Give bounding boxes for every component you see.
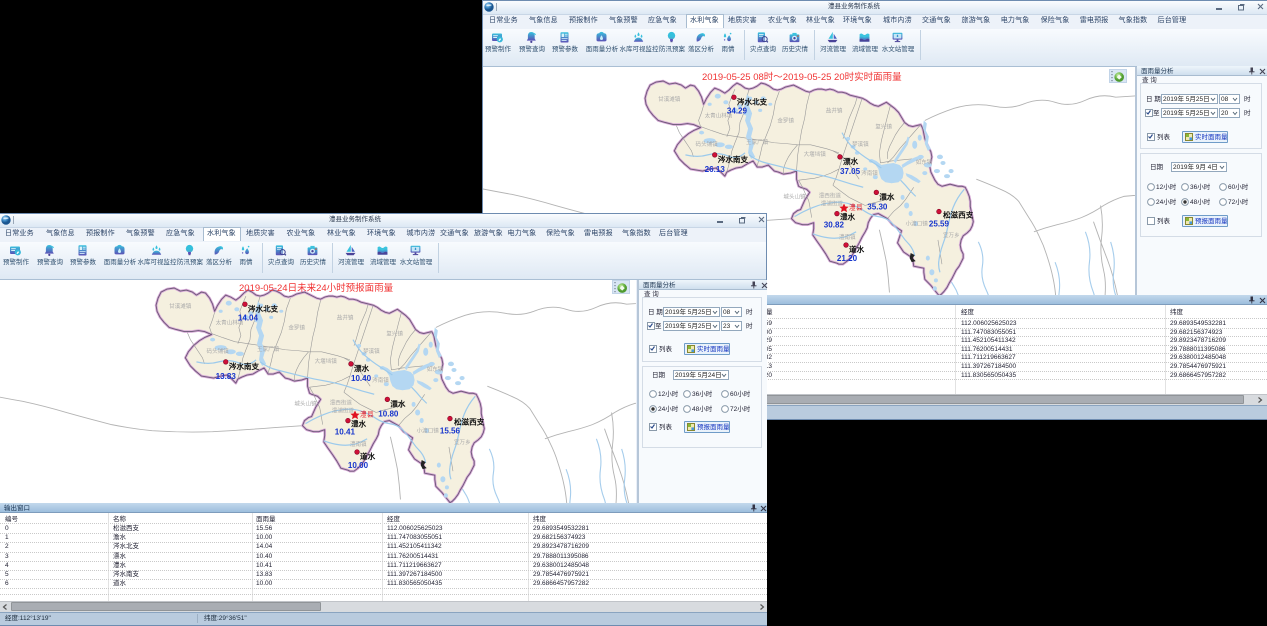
svg-text:澧县: 澧县 — [849, 203, 863, 212]
svg-text:如东镇: 如东镇 — [427, 365, 444, 373]
svg-text:涔水南支: 涔水南支 — [718, 154, 749, 164]
svg-text:澧西街道: 澧西街道 — [819, 191, 842, 199]
svg-text:涔水南支: 涔水南支 — [229, 361, 260, 371]
svg-text:涔水北支: 涔水北支 — [248, 303, 279, 313]
svg-text:澴水: 澴水 — [879, 191, 895, 201]
svg-text:漂水: 漂水 — [843, 156, 859, 166]
svg-text:盐井镇: 盐井镇 — [337, 313, 354, 321]
svg-text:松滋西支: 松滋西支 — [943, 210, 974, 220]
svg-text:金罗镇: 金罗镇 — [777, 116, 794, 124]
svg-text:34.29: 34.29 — [727, 106, 748, 115]
svg-text:城头山镇: 城头山镇 — [783, 192, 806, 200]
svg-text:澧南镇: 澧南镇 — [839, 233, 856, 241]
svg-text:35.30: 35.30 — [867, 203, 888, 212]
svg-text:13.83: 13.83 — [216, 372, 237, 381]
svg-text:复兴镇: 复兴镇 — [386, 330, 403, 338]
svg-text:城头山镇: 城头山镇 — [294, 399, 317, 407]
svg-text:10.00: 10.00 — [348, 461, 369, 470]
svg-text:码头铺镇: 码头铺镇 — [696, 140, 719, 148]
svg-text:涔南镇: 涔南镇 — [372, 376, 389, 384]
svg-text:2019-05-25 08时～2019-05-25 20时实: 2019-05-25 08时～2019-05-25 20时实时面雨量 — [702, 71, 902, 83]
svg-text:甘溪滩镇: 甘溪滩镇 — [169, 302, 192, 310]
svg-text:25.59: 25.59 — [929, 220, 950, 229]
svg-text:松滋西支: 松滋西支 — [454, 417, 485, 427]
svg-text:宜万乡: 宜万乡 — [943, 231, 960, 239]
svg-text:宜万乡: 宜万乡 — [454, 438, 471, 446]
svg-text:澧浦街道: 澧浦街道 — [332, 406, 355, 414]
svg-text:小渡口镇: 小渡口镇 — [417, 427, 440, 435]
svg-text:大堰垱镇: 大堰垱镇 — [804, 150, 827, 158]
svg-text:14.04: 14.04 — [238, 313, 259, 322]
svg-text:大堰垱镇: 大堰垱镇 — [315, 357, 338, 365]
svg-text:10.80: 10.80 — [378, 410, 399, 419]
svg-text:小渡口镇: 小渡口镇 — [906, 220, 929, 228]
svg-text:道水: 道水 — [360, 451, 376, 461]
svg-text:如东镇: 如东镇 — [916, 158, 933, 166]
svg-text:15.56: 15.56 — [440, 427, 461, 436]
svg-text:道水: 道水 — [849, 244, 865, 254]
svg-text:涔南镇: 涔南镇 — [861, 169, 878, 177]
svg-text:21.20: 21.20 — [837, 254, 858, 263]
svg-text:26.13: 26.13 — [705, 165, 726, 174]
svg-text:澴水: 澴水 — [390, 398, 406, 408]
svg-text:梦溪镇: 梦溪镇 — [363, 347, 380, 355]
svg-text:甘溪滩镇: 甘溪滩镇 — [658, 95, 681, 103]
svg-text:澧浦街道: 澧浦街道 — [821, 199, 844, 207]
svg-text:盐井镇: 盐井镇 — [826, 106, 843, 114]
svg-text:10.40: 10.40 — [351, 374, 372, 383]
svg-text:澧西街道: 澧西街道 — [330, 398, 353, 406]
svg-text:金罗镇: 金罗镇 — [288, 323, 305, 331]
svg-text:漂水: 漂水 — [354, 363, 370, 373]
svg-text:澧县: 澧县 — [360, 410, 374, 419]
svg-text:澧南镇: 澧南镇 — [350, 440, 367, 448]
svg-text:37.05: 37.05 — [840, 167, 861, 176]
svg-text:2019-05-24日未来24小时预报面雨量: 2019-05-24日未来24小时预报面雨量 — [239, 282, 394, 294]
svg-text:10.41: 10.41 — [335, 428, 356, 437]
svg-text:王家厂镇: 王家厂镇 — [257, 345, 280, 353]
svg-text:涔水北支: 涔水北支 — [737, 96, 768, 106]
svg-text:梦溪镇: 梦溪镇 — [852, 140, 869, 148]
svg-text:码头铺镇: 码头铺镇 — [207, 347, 230, 355]
svg-text:30.82: 30.82 — [824, 221, 845, 230]
svg-text:复兴镇: 复兴镇 — [875, 123, 892, 131]
svg-text:王家厂镇: 王家厂镇 — [746, 138, 769, 146]
